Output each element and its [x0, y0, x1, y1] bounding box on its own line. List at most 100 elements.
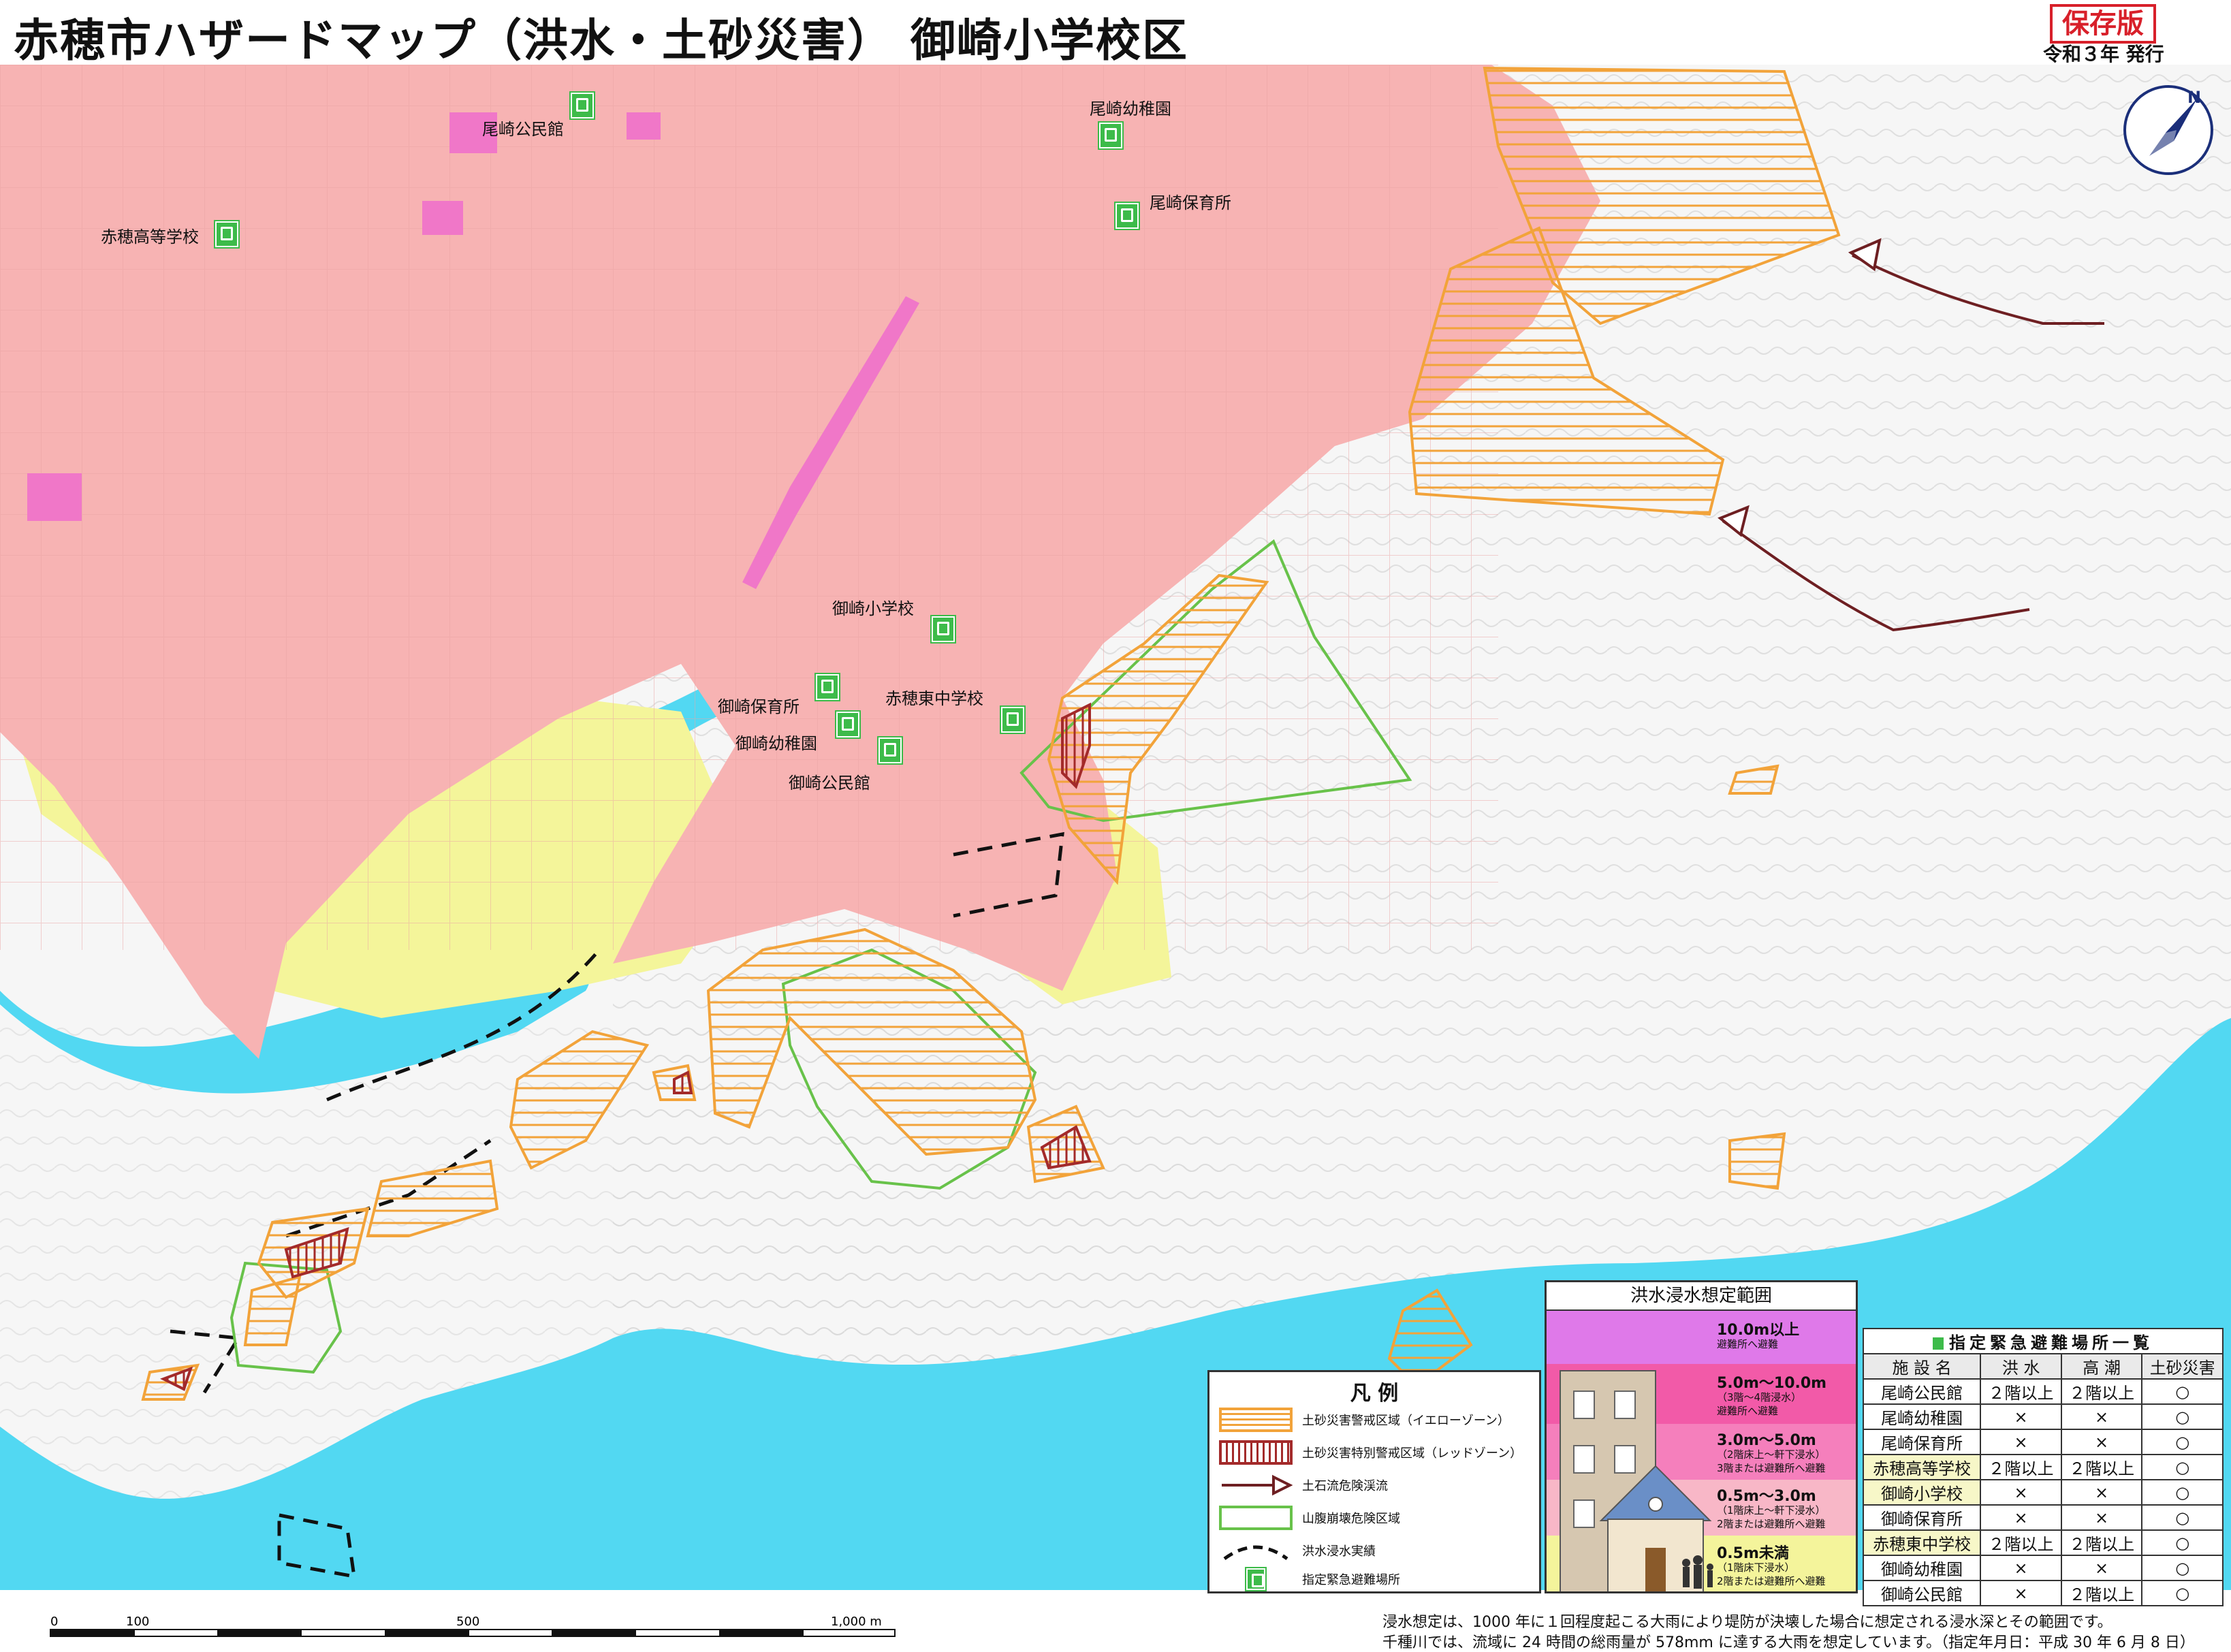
landslide-swatch-icon: [1219, 1506, 1293, 1530]
legend-item-yellow-zone: 土砂災害警戒区域（イエローゾーン）: [1219, 1406, 1510, 1433]
shelter-status-cell: ○: [2141, 1378, 2224, 1405]
shelter-table-row: 赤穂高等学校 ２階以上 ２階以上 ○: [1862, 1454, 2224, 1480]
depth-note2-05m: 2階または避難所へ避難: [1717, 1518, 1826, 1530]
shelter-status-cell: ×: [1980, 1555, 2062, 1581]
legend-item-debris-flow: 土石流危険渓流: [1219, 1472, 1388, 1499]
issued-date: 令和３年 発行: [2043, 43, 2164, 65]
page-title: 赤穂市ハザードマップ（洪水・土砂災害） 御崎小学校区: [14, 14, 1188, 67]
shelter-status-cell: ×: [2060, 1429, 2143, 1455]
shelter-status-cell: ○: [2141, 1529, 2224, 1556]
shelter-status-cell: ○: [2141, 1403, 2224, 1430]
facility-name-cell: 御崎幼稚園: [1862, 1555, 1982, 1581]
street-grid: [0, 65, 1498, 950]
shelter-marker-misaki-yochien[interactable]: [836, 712, 859, 737]
legend-label: 土砂災害警戒区域（イエローゾーン）: [1302, 1414, 1510, 1428]
place-label-ozaki-hoikusho: 尾崎保育所: [1150, 193, 1231, 212]
shelter-table-row: 尾崎公民館 ２階以上 ２階以上 ○: [1862, 1378, 2224, 1405]
shelter-status-cell: ×: [2060, 1479, 2143, 1506]
place-label-misaki-kominkan: 御崎公民館: [789, 774, 870, 793]
shelter-marker-ozaki-yochien[interactable]: [1099, 123, 1122, 148]
facility-name-cell: 赤穂高等学校: [1862, 1454, 1982, 1480]
place-label-akohigashi-chugakko: 赤穂東中学校: [885, 689, 983, 708]
shelter-status-cell: ×: [2060, 1504, 2143, 1531]
shelter-table-caption-row: 指定緊急避難場所一覧: [1863, 1328, 2224, 1354]
depth-note-5m: （3階〜4階浸水）: [1717, 1391, 1802, 1403]
shelter-status-cell: ２階以上: [2060, 1378, 2143, 1405]
flood-deep-2: [627, 112, 661, 140]
depth-note2-under05m: 2階または避難所へ避難: [1717, 1575, 1826, 1587]
legend-label: 洪水浸水実績: [1302, 1544, 1376, 1559]
river-assumption-note: 千種川では、流域に 24 時間の総雨量が 578mm に達する大雨を想定していま…: [1382, 1634, 2195, 1651]
shelter-status-cell: ○: [2141, 1429, 2224, 1455]
yellow-zone-12: [1728, 1132, 1786, 1190]
flood-depth-title: 洪水浸水想定範囲: [1547, 1282, 1856, 1311]
shelter-status-cell: ２階以上: [1980, 1454, 2062, 1480]
place-label-ozaki-yochien: 尾崎幼稚園: [1090, 99, 1171, 118]
shelter-status-cell: ×: [1980, 1403, 2062, 1430]
shelter-table-caption: 指定緊急避難場所一覧: [1863, 1328, 2224, 1354]
shelter-status-cell: ×: [2060, 1555, 2143, 1581]
facility-name-cell: 御崎小学校: [1862, 1479, 1982, 1506]
facility-name-cell: 御崎公民館: [1862, 1580, 1982, 1606]
depth-note-under05m: （1階床下浸水）: [1717, 1561, 1795, 1574]
shelter-swatch-wrap: [1219, 1567, 1293, 1591]
shelter-status-cell: ○: [2141, 1504, 2224, 1531]
shelter-marker-ako-koko[interactable]: [215, 221, 238, 247]
shelter-table-row: 御崎公民館 × ２階以上 ○: [1862, 1580, 2224, 1606]
scale-bar: 0 100 500 1,000 m: [50, 1615, 896, 1637]
shelter-status-cell: ×: [1980, 1479, 2062, 1506]
map-legend: 凡 例 土砂災害警戒区域（イエローゾーン） 土砂災害特別警戒区域（レッドゾーン）…: [1207, 1370, 1541, 1593]
shelter-marker-misaki-kominkan[interactable]: [879, 737, 902, 763]
depth-note-05m: （1階床上〜軒下浸水）: [1717, 1504, 1826, 1516]
header-cell: 土砂災害: [2141, 1353, 2224, 1380]
shelter-table-row: 尾崎幼稚園 × × ○: [1862, 1403, 2224, 1430]
depth-note2-3m: 3階または避難所へ避難: [1717, 1462, 1826, 1474]
scale-label-0: 0: [50, 1615, 58, 1629]
facility-name-cell: 赤穂東中学校: [1862, 1529, 1982, 1556]
place-label-ako-koko: 赤穂高等学校: [101, 227, 199, 247]
shelter-table-row: 御崎幼稚園 × × ○: [1862, 1555, 2224, 1581]
shelter-status-cell: ○: [2141, 1555, 2224, 1581]
legend-label: 指定緊急避難場所: [1302, 1573, 1400, 1587]
shelter-marker-akohigashi-chugakko[interactable]: [1001, 707, 1024, 733]
shelter-table-row: 赤穂東中学校 ２階以上 ２階以上 ○: [1862, 1529, 2224, 1556]
red-zone-swatch-icon: [1219, 1440, 1293, 1465]
legend-item-landslide: 山腹崩壊危険区域: [1219, 1504, 1400, 1531]
flood-record-dash-icon: [1223, 1545, 1288, 1561]
scale-label-1000: 1,000 m: [831, 1615, 882, 1629]
shelter-status-cell: ×: [1980, 1429, 2062, 1455]
place-label-misaki-shogakko: 御崎小学校: [832, 599, 914, 618]
shelter-status-cell: ２階以上: [1980, 1378, 2062, 1405]
place-label-misaki-hoikusho: 御崎保育所: [718, 697, 800, 716]
facility-name-cell: 御崎保育所: [1862, 1504, 1982, 1531]
flood-depth-panel: 洪水浸水想定範囲 10.0m以上 避難所へ避難 5.0m〜10.0m （3階〜4…: [1545, 1280, 1858, 1593]
shelter-marker-misaki-shogakko[interactable]: [932, 616, 955, 642]
depth-note-3m: （2階床上〜軒下浸水）: [1717, 1448, 1826, 1461]
depth-note2-5m: 避難所へ避難: [1717, 1405, 1779, 1417]
legend-item-shelter: 指定緊急避難場所: [1219, 1566, 1400, 1593]
legend-label: 山腹崩壊危険区域: [1302, 1512, 1400, 1526]
scale-label-500: 500: [456, 1615, 479, 1629]
flood-deep-4: [27, 473, 82, 521]
shelter-status-cell: ２階以上: [2060, 1580, 2143, 1606]
shelter-marker-misaki-hoikusho[interactable]: [816, 674, 839, 700]
shelter-marker-ozaki-kominkan[interactable]: [571, 93, 594, 118]
yellow-zone-swatch-icon: [1219, 1408, 1293, 1432]
shelter-table-header: 施 設 名 洪 水 高 潮 土砂災害: [1862, 1353, 2224, 1380]
shelter-status-cell: ×: [1980, 1580, 2062, 1606]
shelter-status-cell: ×: [2060, 1403, 2143, 1430]
legend-label: 土砂災害特別警戒区域（レッドゾーン）: [1302, 1446, 1523, 1461]
place-label-ozaki-kominkan: 尾崎公民館: [482, 120, 564, 139]
header-cell: 施 設 名: [1862, 1353, 1982, 1380]
place-label-misaki-yochien: 御崎幼稚園: [735, 734, 817, 753]
shelter-marker-ozaki-hoikusho[interactable]: [1116, 203, 1139, 229]
shelter-status-cell: ２階以上: [1980, 1529, 2062, 1556]
scale-label-100: 100: [126, 1615, 149, 1629]
legend-item-flood-record: 洪水浸水実績: [1219, 1537, 1376, 1564]
header-cell: 洪 水: [1980, 1353, 2062, 1380]
shelter-status-cell: ２階以上: [2060, 1529, 2143, 1556]
legend-title: 凡 例: [1350, 1382, 1399, 1405]
house-illustration: [1560, 1370, 1713, 1591]
facility-name-cell: 尾崎公民館: [1862, 1378, 1982, 1405]
north-arrow: N: [2123, 85, 2213, 175]
